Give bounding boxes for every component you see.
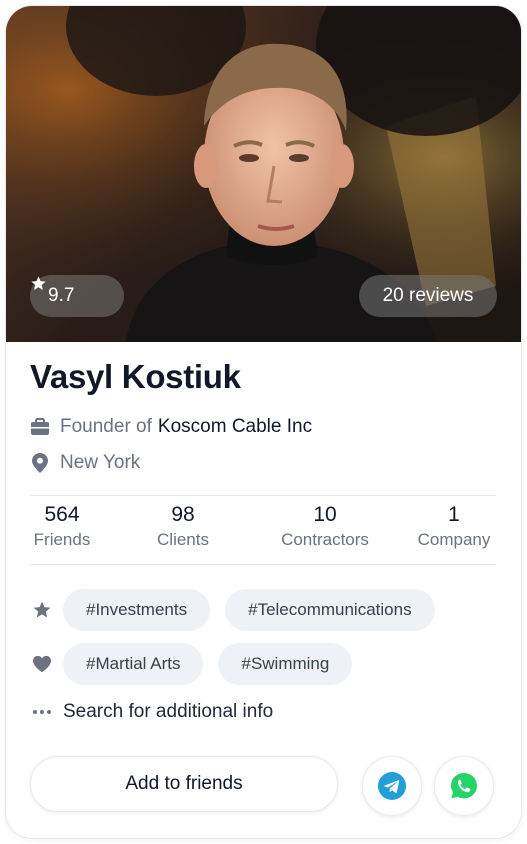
company-name[interactable]: Koscom Cable Inc: [158, 416, 312, 438]
stat-value: 10: [313, 503, 337, 526]
stat-company[interactable]: 1 Company: [412, 502, 496, 552]
location-text: New York: [60, 452, 141, 473]
whatsapp-button[interactable]: [434, 756, 494, 816]
profile-card: 9.7 20 reviews Vasyl Kostiuk Founder of …: [6, 6, 521, 838]
stat-friends[interactable]: 564 Friends: [30, 502, 94, 552]
reviews-badge[interactable]: 20 reviews: [359, 275, 497, 317]
stat-label: Company: [417, 530, 491, 549]
more-info-label: Search for additional info: [63, 701, 274, 722]
rating-badge: 9.7: [30, 275, 124, 317]
stat-clients[interactable]: 98 Clients: [148, 502, 218, 552]
hobby-tags-row: #Martial Arts #Swimming: [30, 643, 367, 685]
stat-label: Contractors: [281, 530, 369, 549]
more-dots-icon: [30, 709, 54, 715]
job-prefix: Founder of: [60, 416, 152, 437]
divider: [30, 495, 496, 496]
job-row: Founder of Koscom Cable Inc: [30, 416, 312, 438]
heart-icon: [30, 652, 54, 676]
profile-photo: 9.7 20 reviews: [6, 6, 521, 342]
stat-label: Clients: [157, 530, 209, 549]
tag-investments[interactable]: #Investments: [63, 589, 211, 631]
telegram-button[interactable]: [362, 756, 422, 816]
add-to-friends-button[interactable]: Add to friends: [30, 756, 338, 812]
divider: [30, 564, 496, 565]
star-icon: [30, 598, 54, 622]
stat-label: Friends: [33, 530, 91, 549]
location-pin-icon: [30, 453, 50, 473]
tag-telecommunications[interactable]: #Telecommunications: [225, 589, 435, 631]
briefcase-icon: [30, 417, 50, 437]
stat-value: 1: [448, 503, 460, 526]
stat-value: 564: [44, 503, 80, 526]
location-row: New York: [30, 452, 140, 474]
rating-value: 9.7: [48, 285, 75, 306]
whatsapp-icon: [451, 773, 477, 799]
star-icon: [31, 276, 46, 290]
profile-name: Vasyl Kostiuk: [30, 358, 241, 395]
search-more-info[interactable]: Search for additional info: [30, 701, 273, 723]
tag-martial-arts[interactable]: #Martial Arts: [63, 643, 204, 685]
telegram-icon: [378, 772, 406, 800]
professional-tags-row: #Investments #Telecommunications: [30, 589, 450, 631]
stat-value: 98: [171, 503, 195, 526]
tag-swimming[interactable]: #Swimming: [218, 643, 353, 685]
stat-contractors[interactable]: 10 Contractors: [273, 502, 377, 552]
stats-row: 564 Friends 98 Clients 10 Contractors 1 …: [30, 502, 496, 562]
